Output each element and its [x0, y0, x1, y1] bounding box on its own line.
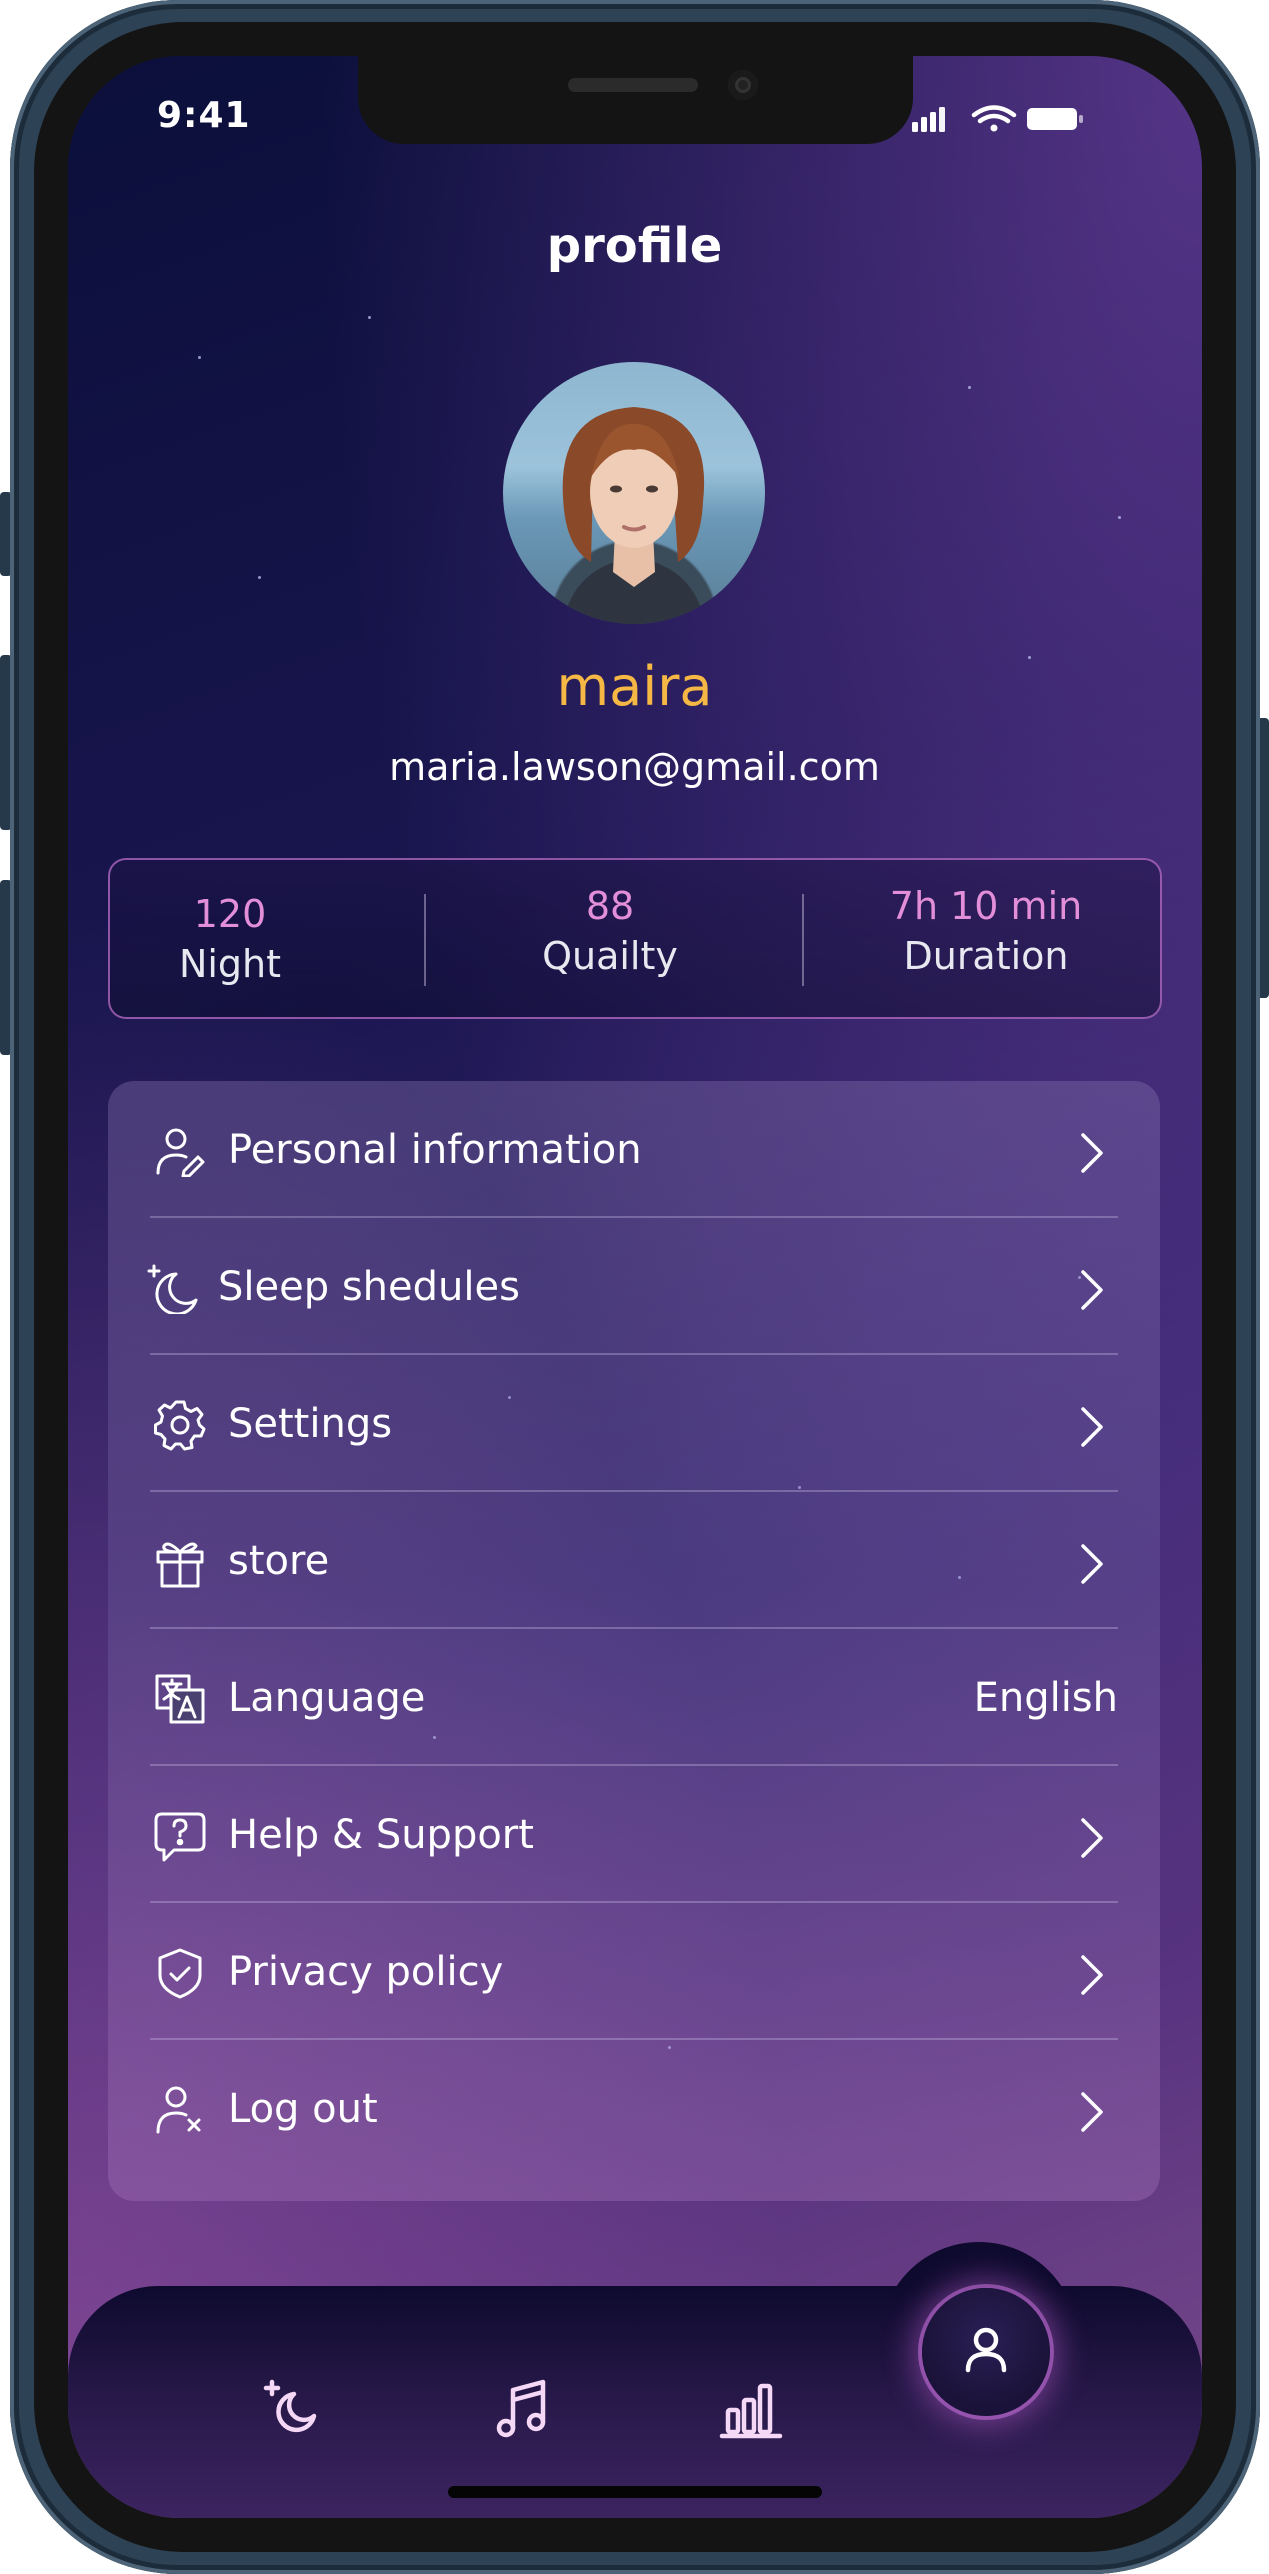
chevron-right-icon — [1081, 2092, 1103, 2132]
shield-check-icon — [158, 1948, 202, 1999]
gear-icon — [154, 1400, 206, 1451]
battery-icon — [1027, 108, 1083, 130]
settings-menu: Personal information Sleep shedules Sett… — [108, 1081, 1160, 2201]
moon-icon — [147, 1264, 198, 1314]
translate-icon — [155, 1674, 205, 1724]
stat-label: Night — [178, 942, 282, 986]
menu-item-label: Settings — [228, 1401, 393, 1447]
speaker — [568, 78, 698, 92]
chevron-right-icon — [1081, 1955, 1103, 1995]
menu-item-label: Help & Support — [228, 1812, 534, 1858]
stat-label: Quailty — [542, 934, 678, 978]
chevron-right-icon — [1081, 1818, 1103, 1858]
stat-value: 120 — [193, 892, 267, 936]
stat-quality: 88 Quailty — [490, 860, 730, 1017]
menu-item-log-out[interactable]: Log out — [150, 2040, 1118, 2177]
page-title: profile — [546, 218, 723, 274]
menu-item-settings[interactable]: Settings — [150, 1355, 1118, 1492]
user-email: maria.lawson@gmail.com — [389, 745, 880, 789]
gift-icon — [156, 1542, 204, 1588]
menu-item-help-support[interactable]: Help & Support — [150, 1766, 1118, 1903]
user-name: maira — [556, 655, 713, 718]
menu-item-language[interactable]: Language English — [150, 1629, 1118, 1766]
chevron-right-icon — [1081, 1407, 1103, 1447]
stat-value: 88 — [585, 884, 635, 928]
chevron-right-icon — [1081, 1544, 1103, 1584]
menu-item-label: Sleep shedules — [218, 1264, 520, 1310]
language-value: English — [973, 1675, 1118, 1721]
chevron-right-icon — [1081, 1270, 1103, 1310]
front-camera — [728, 70, 758, 100]
notch — [358, 56, 913, 144]
avatar[interactable] — [503, 362, 765, 624]
stat-duration: 7h 10 min Duration — [836, 860, 1136, 1017]
stat-night: 120 Night — [110, 860, 350, 1017]
menu-item-label: Personal information — [228, 1127, 642, 1173]
stat-label: Duration — [903, 934, 1069, 978]
menu-item-label: Log out — [228, 2086, 378, 2132]
wifi-icon — [971, 105, 1017, 132]
menu-item-label: Language — [228, 1675, 426, 1721]
menu-item-personal-information[interactable]: Personal information — [150, 1081, 1118, 1218]
menu-item-label: store — [228, 1538, 330, 1584]
stat-divider — [424, 894, 426, 986]
user-x-icon — [156, 2086, 201, 2134]
stat-value: 7h 10 min — [889, 884, 1083, 928]
menu-item-sleep-schedules[interactable]: Sleep shedules — [147, 1218, 1118, 1355]
avatar-portrait — [562, 407, 705, 624]
menu-item-label: Privacy policy — [228, 1949, 504, 1995]
status-time: 9:41 — [157, 95, 251, 136]
stats-card: 120 Night 88 Quailty 7h 10 min Duration — [108, 858, 1162, 1019]
cellular-signal-icon — [912, 107, 945, 132]
menu-item-store[interactable]: store — [150, 1492, 1118, 1629]
help-chat-icon — [154, 1812, 206, 1862]
status-icons — [912, 105, 1083, 132]
user-edit-icon — [156, 1128, 205, 1177]
stat-divider — [802, 894, 804, 986]
menu-item-privacy-policy[interactable]: Privacy policy — [150, 1903, 1118, 2040]
chevron-right-icon — [1081, 1133, 1103, 1173]
